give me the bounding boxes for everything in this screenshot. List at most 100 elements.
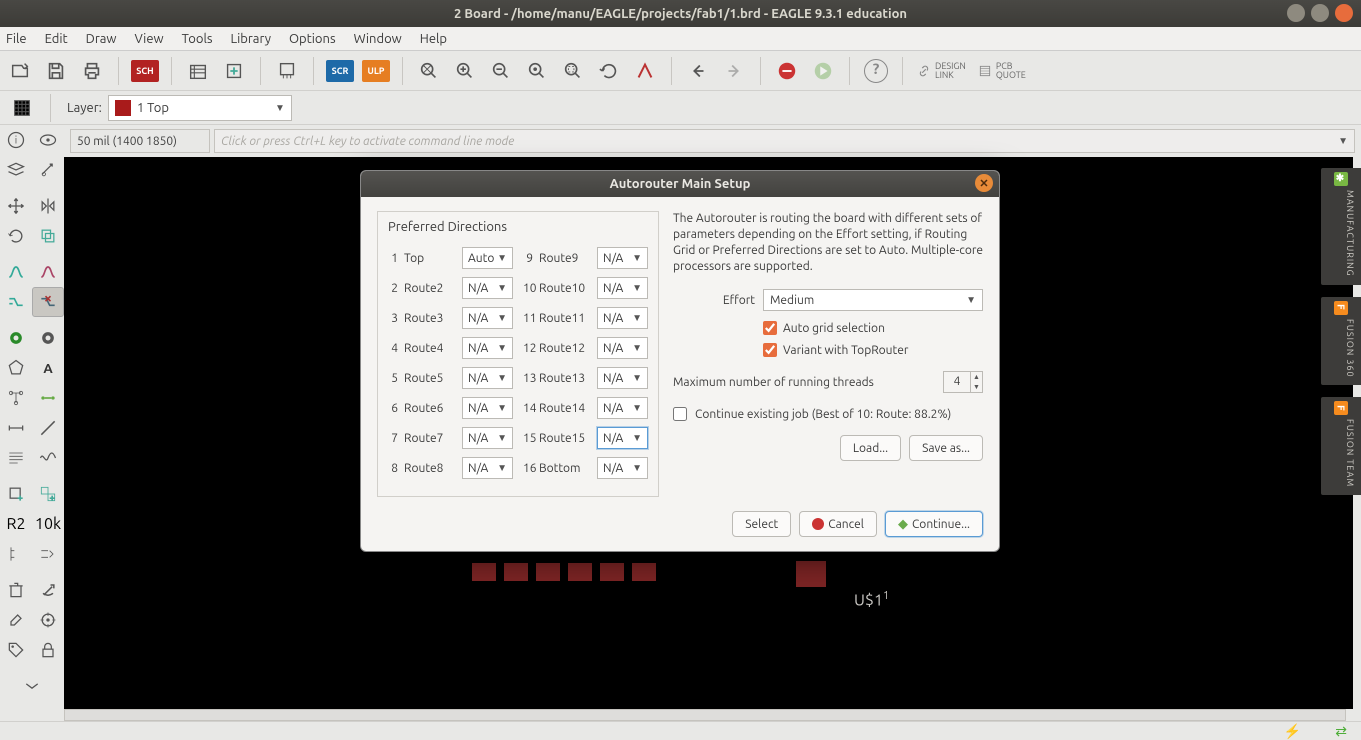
library-icon[interactable] [218, 55, 250, 87]
schematic-button[interactable]: SCH [129, 55, 161, 87]
layer-direction-select[interactable]: N/A▼ [462, 427, 513, 449]
ripup-icon[interactable] [32, 287, 64, 317]
layer-direction-select[interactable]: N/A▼ [462, 397, 513, 419]
bus-icon[interactable] [32, 383, 64, 413]
undo-icon[interactable] [682, 55, 714, 87]
show-icon[interactable] [32, 125, 64, 155]
layer-direction-select[interactable]: N/A▼ [597, 457, 648, 479]
zoom-out-icon[interactable] [485, 55, 517, 87]
ulp-button[interactable]: ULP [360, 55, 392, 87]
move-icon[interactable] [0, 191, 32, 221]
delete-icon[interactable] [0, 575, 32, 605]
refresh-icon[interactable] [593, 55, 625, 87]
minimize-button[interactable] [1287, 4, 1305, 22]
layer-direction-select[interactable]: N/A▼ [597, 427, 648, 449]
layer-direction-select[interactable]: N/A▼ [462, 367, 513, 389]
auto-grid-checkbox[interactable] [763, 321, 777, 335]
paint-icon[interactable] [0, 605, 32, 635]
signal-icon[interactable] [32, 443, 64, 473]
add-part-icon[interactable] [0, 479, 32, 509]
menu-library[interactable]: Library [231, 32, 271, 46]
line-icon[interactable] [32, 413, 64, 443]
cam-icon[interactable] [182, 55, 214, 87]
print-icon[interactable] [76, 55, 108, 87]
continue-button[interactable]: ◆Continue... [885, 511, 983, 537]
select-button[interactable]: Select [732, 511, 791, 537]
layer-direction-select[interactable]: N/A▼ [597, 367, 648, 389]
tag-icon[interactable] [0, 635, 32, 665]
fusion-team-tab[interactable]: FFUSION TEAM [1321, 397, 1361, 495]
layer-display-icon[interactable] [0, 155, 32, 185]
value-icon[interactable]: 10k [32, 509, 64, 539]
layer-select[interactable]: 1 Top ▼ [108, 95, 292, 121]
layer-direction-select[interactable]: Auto▼ [462, 247, 513, 269]
menu-file[interactable]: File [6, 32, 27, 46]
change-icon[interactable] [32, 575, 64, 605]
zoom-fit-icon[interactable] [413, 55, 445, 87]
connected-icon[interactable]: ⇄ [1335, 723, 1347, 740]
text-icon[interactable]: A [32, 353, 64, 383]
stop-icon[interactable] [771, 55, 803, 87]
fusion360-tab[interactable]: FFUSION 360 [1321, 297, 1361, 386]
load-button[interactable]: Load... [840, 435, 901, 461]
route-icon[interactable] [0, 257, 32, 287]
menu-edit[interactable]: Edit [45, 32, 68, 46]
attribute-icon[interactable] [0, 443, 32, 473]
net-icon[interactable] [0, 383, 32, 413]
scr-button[interactable]: SCR [324, 55, 356, 87]
pcb-quote-button[interactable]: PCB QUOTE [974, 62, 1030, 80]
drill-icon[interactable] [271, 55, 303, 87]
dimension-icon[interactable] [0, 413, 32, 443]
lock-icon[interactable] [32, 635, 64, 665]
layer-direction-select[interactable]: N/A▼ [462, 307, 513, 329]
cancel-icon[interactable] [629, 55, 661, 87]
copy-icon[interactable] [32, 221, 64, 251]
menu-help[interactable]: Help [420, 32, 447, 46]
route-multi-icon[interactable] [0, 287, 32, 317]
zoom-redraw-icon[interactable] [521, 55, 553, 87]
sync-icon[interactable]: ⚡ [1284, 723, 1301, 740]
layer-direction-select[interactable]: N/A▼ [597, 247, 648, 269]
layer-direction-select[interactable]: N/A▼ [597, 307, 648, 329]
zoom-in-icon[interactable] [449, 55, 481, 87]
mark-icon[interactable] [32, 155, 64, 185]
menu-tools[interactable]: Tools [182, 32, 213, 46]
design-link-button[interactable]: DESIGN LINK [913, 62, 970, 80]
layer-direction-select[interactable]: N/A▼ [462, 457, 513, 479]
smash-icon[interactable] [0, 539, 32, 569]
hole-icon[interactable] [32, 323, 64, 353]
layer-direction-select[interactable]: N/A▼ [462, 337, 513, 359]
layer-direction-select[interactable]: N/A▼ [597, 277, 648, 299]
zoom-select-icon[interactable] [557, 55, 589, 87]
design-block-icon[interactable] [32, 605, 64, 635]
replace-icon[interactable] [32, 479, 64, 509]
more-tools-icon[interactable] [0, 671, 64, 701]
open-icon[interactable] [4, 55, 36, 87]
polygon-icon[interactable] [0, 353, 32, 383]
menu-draw[interactable]: Draw [86, 32, 117, 46]
maximize-button[interactable] [1311, 4, 1329, 22]
manufacturing-tab[interactable]: ✱MANUFACTURING [1321, 168, 1361, 285]
layer-direction-select[interactable]: N/A▼ [597, 337, 648, 359]
route-airwire-icon[interactable] [32, 257, 64, 287]
menu-window[interactable]: Window [354, 32, 402, 46]
help-icon[interactable]: ? [860, 55, 892, 87]
save-icon[interactable] [40, 55, 72, 87]
grid-icon[interactable] [6, 94, 38, 122]
layer-direction-select[interactable]: N/A▼ [462, 277, 513, 299]
name-icon[interactable]: R2 [0, 509, 32, 539]
close-window-button[interactable] [1335, 4, 1353, 22]
command-input[interactable]: Click or press Ctrl+L key to activate co… [214, 129, 1355, 153]
mirror-icon[interactable] [32, 191, 64, 221]
pinswap-icon[interactable] [32, 539, 64, 569]
layer-direction-select[interactable]: N/A▼ [597, 397, 648, 419]
dialog-close-button[interactable]: ✕ [975, 174, 993, 192]
cancel-button[interactable]: Cancel [799, 511, 877, 537]
redo-icon[interactable] [718, 55, 750, 87]
info-icon[interactable]: i [0, 125, 32, 155]
go-icon[interactable] [807, 55, 839, 87]
via-icon[interactable] [0, 323, 32, 353]
variant-checkbox[interactable] [763, 343, 777, 357]
threads-spinner[interactable]: 4▲▼ [943, 371, 983, 393]
continue-job-checkbox[interactable] [673, 407, 687, 421]
